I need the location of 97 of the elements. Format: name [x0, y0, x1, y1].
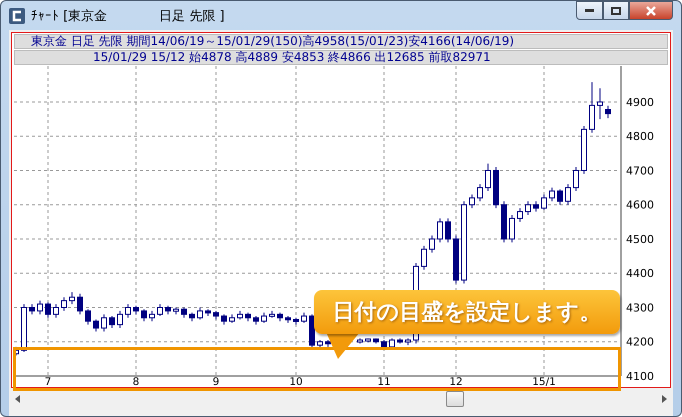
date-label: 10	[289, 376, 303, 388]
scroll-right-icon[interactable]	[662, 394, 667, 402]
price-label: 4600	[626, 198, 654, 212]
candlestick	[221, 314, 227, 326]
candlestick	[541, 194, 547, 210]
candlestick	[597, 88, 603, 120]
candlestick	[181, 307, 187, 318]
candlestick	[429, 235, 435, 254]
close-icon	[645, 6, 657, 16]
date-label: 12	[449, 376, 463, 388]
candlestick	[77, 293, 83, 315]
candlestick	[205, 308, 211, 317]
candlestick	[157, 304, 163, 317]
date-label: 7	[44, 376, 52, 388]
candlestick	[125, 304, 131, 318]
candlestick	[197, 307, 203, 320]
minimize-icon	[585, 9, 594, 12]
candlestick	[317, 340, 323, 350]
candlestick	[29, 304, 35, 315]
maximize-button[interactable]	[603, 1, 629, 20]
candlestick	[509, 214, 515, 243]
window-title: ﾁｬｰﾄ [東京金 日足 先限 ]	[31, 8, 226, 24]
date-label: 8	[132, 376, 140, 388]
candlestick	[549, 187, 555, 202]
candlestick	[269, 310, 275, 318]
candlestick	[381, 340, 387, 350]
candlestick	[53, 304, 59, 318]
candlestick	[213, 310, 219, 320]
candlestick	[373, 338, 379, 344]
price-label: 4100	[626, 370, 654, 383]
candlestick	[165, 305, 171, 315]
candlestick	[237, 310, 243, 320]
candlestick	[277, 312, 283, 322]
candlestick	[285, 316, 291, 324]
candlestick	[445, 218, 451, 243]
candlestick	[589, 82, 595, 134]
candlestick	[453, 235, 459, 284]
candlestick	[525, 200, 531, 216]
candlestick	[229, 314, 235, 324]
candlestick	[493, 166, 499, 209]
candlestick	[301, 312, 307, 324]
candlestick	[253, 316, 259, 326]
candlestick	[21, 304, 27, 353]
candlestick	[501, 200, 507, 243]
candlestick	[605, 105, 611, 119]
candlestick	[245, 312, 251, 322]
scroll-thumb[interactable]	[446, 391, 464, 407]
latest-quote-row: 15/01/29 15/12 始4878 高4889 安4853 終4866 出12685 前取82971	[14, 50, 668, 65]
candlestick	[533, 200, 539, 212]
price-label: 4200	[626, 336, 654, 349]
candlestick	[581, 125, 587, 174]
candlestick	[37, 300, 43, 315]
candlestick	[45, 302, 51, 318]
date-label: 15/1	[532, 376, 556, 388]
candlestick	[141, 308, 147, 322]
candlestick	[93, 318, 99, 332]
candlestick	[389, 338, 395, 350]
candlestick	[405, 338, 411, 346]
candlestick	[261, 312, 267, 324]
price-label: 4700	[626, 164, 654, 178]
price-label: 4900	[626, 96, 654, 109]
candlestick	[101, 314, 107, 332]
app-icon	[9, 8, 25, 24]
price-label: 4400	[626, 267, 654, 280]
minimize-button[interactable]	[576, 1, 603, 20]
price-label: 4500	[626, 232, 654, 246]
close-button[interactable]	[629, 1, 673, 20]
candlestick	[437, 218, 443, 243]
candlestick	[357, 338, 363, 344]
candlestick	[565, 184, 571, 206]
candlestick	[573, 166, 579, 192]
candlestick	[517, 208, 523, 222]
candlestick	[85, 308, 91, 326]
date-label: 9	[212, 376, 220, 388]
candlestick	[469, 194, 475, 209]
price-label: 4300	[626, 302, 654, 314]
candlestick	[557, 188, 563, 206]
candlestick	[149, 310, 155, 322]
candlestick	[109, 316, 115, 329]
scroll-left-icon[interactable]	[15, 394, 20, 402]
candlestick	[189, 312, 195, 322]
maximize-icon	[611, 6, 621, 14]
candlestick	[421, 245, 427, 270]
candlestick	[365, 338, 371, 343]
candlestick	[173, 307, 179, 315]
candlestick	[69, 292, 75, 305]
candlestick	[293, 317, 299, 326]
candlestick	[477, 184, 483, 202]
candlestick	[61, 296, 67, 312]
price-label: 4800	[626, 130, 654, 144]
candlestick	[485, 163, 491, 192]
callout: 日付の目盛を設定します。	[314, 290, 620, 334]
candlestick	[117, 310, 123, 329]
candlestick	[133, 305, 139, 315]
candlestick	[397, 338, 403, 344]
summary-row: 東京金 日足 先限 期間14/06/19～15/01/29(150)高4958(15/01/23)安4166(14/06/19)	[14, 34, 668, 49]
date-label: 11	[377, 376, 391, 388]
